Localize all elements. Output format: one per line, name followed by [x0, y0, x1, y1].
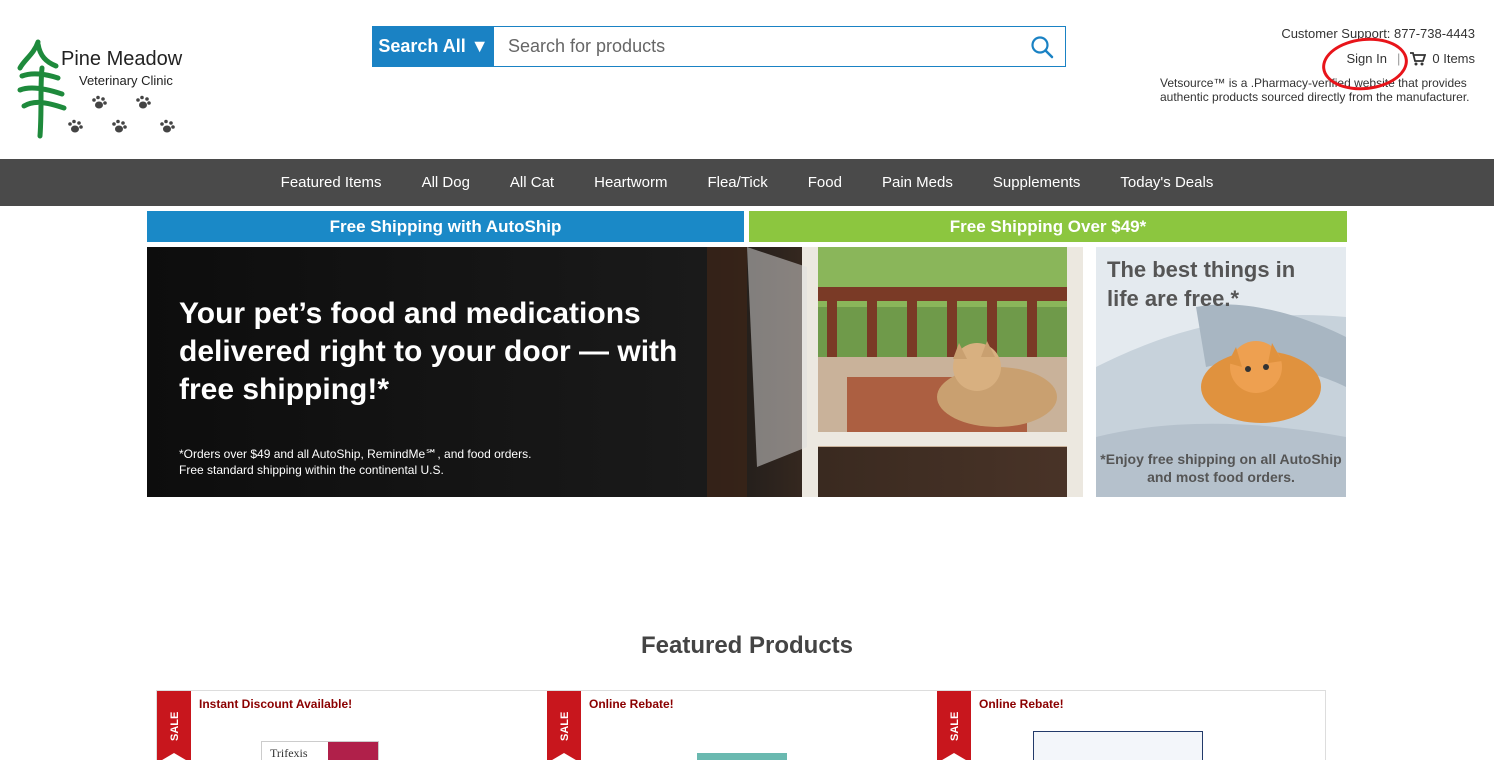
search-submit-button[interactable] [1019, 27, 1065, 66]
site-header: Pine Meadow Veterinary Clinic Search All… [0, 0, 1494, 159]
search-icon [1031, 35, 1054, 58]
cart-count: 0 Items [1432, 51, 1475, 66]
nav-food[interactable]: Food [788, 174, 862, 191]
sale-ribbon-icon: SALE [547, 691, 581, 760]
featured-products-row: SALE Instant Discount Available! Trifexi… [156, 690, 1326, 760]
hero-fine-line-2: Free standard shipping within the contin… [179, 463, 444, 477]
product-tag: Instant Discount Available! [199, 697, 353, 711]
nav-todays-deals[interactable]: Today's Deals [1100, 174, 1233, 191]
autoship-shipping-banner[interactable]: Free Shipping with AutoShip [147, 211, 744, 242]
product-tag: Online Rebate! [589, 697, 674, 711]
account-bar: Sign In | 0 Items [1347, 51, 1476, 66]
sale-label: SALE [949, 712, 961, 741]
hero-fine-print: *Orders over $49 and all AutoShip, Remin… [179, 446, 599, 478]
search-input[interactable] [494, 27, 1019, 66]
nav-supplements[interactable]: Supplements [973, 174, 1101, 191]
featured-products-title: Featured Products [640, 632, 854, 659]
main-nav: Featured Items All Dog All Cat Heartworm… [0, 159, 1494, 206]
separator: | [1396, 51, 1401, 66]
promo-footnote: *Enjoy free shipping on all AutoShip and… [1100, 451, 1342, 485]
sale-label: SALE [169, 712, 181, 741]
product-tag: Online Rebate! [979, 697, 1064, 711]
sale-ribbon-icon: SALE [937, 691, 971, 760]
search-bar: Search All ▼ [372, 26, 1066, 67]
caret-down-icon: ▼ [470, 36, 489, 56]
clinic-subtitle: Veterinary Clinic [79, 73, 173, 88]
product-box-image: Trifexis [261, 741, 379, 760]
customer-support-phone: Customer Support: 877-738-4443 [1281, 26, 1475, 41]
clinic-name: Pine Meadow [61, 48, 183, 70]
hero-fine-line-1: *Orders over $49 and all AutoShip, Remin… [179, 447, 532, 461]
sale-ribbon-icon: SALE [157, 691, 191, 760]
product-card[interactable]: SALE Online Rebate! [937, 691, 1327, 760]
nav-all-dog[interactable]: All Dog [402, 174, 490, 191]
product-box-image [697, 753, 787, 760]
search-scope-label: Search All [378, 36, 466, 56]
nav-flea-tick[interactable]: Flea/Tick [687, 174, 787, 191]
product-name: Trifexis [270, 746, 308, 760]
paw-prints-icon [68, 95, 175, 133]
cart-link[interactable]: 0 Items [1410, 51, 1475, 66]
nav-featured-items[interactable]: Featured Items [261, 174, 402, 191]
nav-all-cat[interactable]: All Cat [490, 174, 574, 191]
product-box-image [1033, 731, 1203, 760]
nav-pain-meds[interactable]: Pain Meds [862, 174, 973, 191]
product-card[interactable]: SALE Online Rebate! [547, 691, 937, 760]
promo-headline: The best things in life are free.* [1107, 257, 1296, 311]
sign-in-link[interactable]: Sign In [1347, 51, 1387, 66]
product-card[interactable]: SALE Instant Discount Available! Trifexi… [157, 691, 547, 760]
sale-label: SALE [559, 712, 571, 741]
promo-banner[interactable]: The best things in life are free.* *Enjo… [1096, 247, 1346, 497]
product-box-band [328, 742, 378, 760]
clinic-logo[interactable]: Pine Meadow Veterinary Clinic [16, 38, 196, 142]
cart-icon [1410, 51, 1427, 65]
nav-heartworm[interactable]: Heartworm [574, 174, 687, 191]
search-scope-dropdown[interactable]: Search All ▼ [373, 27, 494, 66]
vetsource-note: Vetsource™ is a .Pharmacy-verified websi… [1160, 76, 1470, 104]
hero-headline: Your pet’s food and medications delivere… [179, 297, 678, 406]
free-shipping-banner[interactable]: Free Shipping Over $49* [749, 211, 1347, 242]
hero-banner[interactable]: Your pet’s food and medications delivere… [147, 247, 1083, 497]
